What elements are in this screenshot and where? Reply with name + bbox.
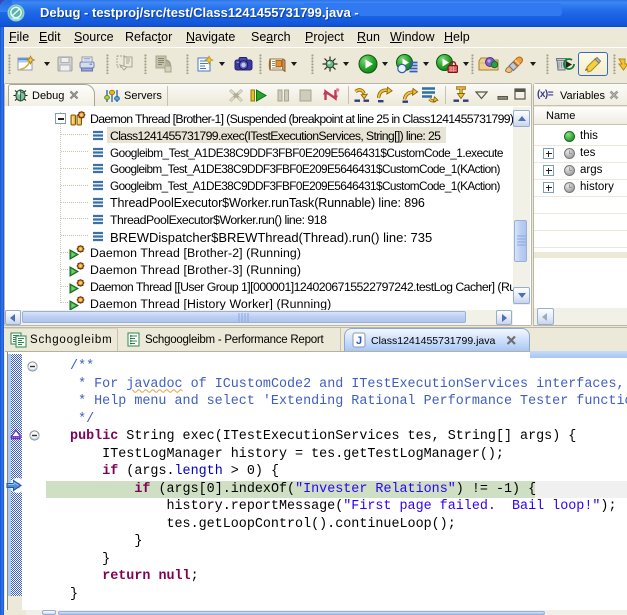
svg-text:J: J: [356, 335, 362, 347]
